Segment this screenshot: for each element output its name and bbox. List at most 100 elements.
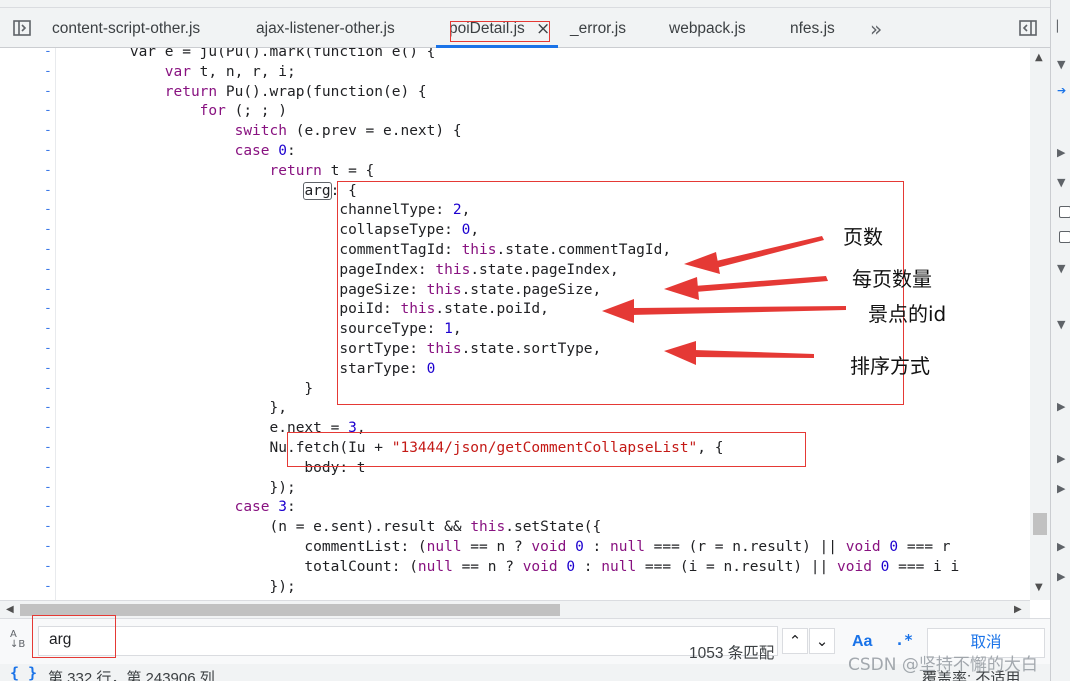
gutter-marker[interactable]: -: [44, 539, 52, 554]
gutter-marker[interactable]: -: [44, 64, 52, 79]
tab-nfes[interactable]: nfes.js: [790, 20, 835, 38]
chevron-down-icon[interactable]: ▼: [1057, 262, 1065, 275]
code-token: void: [531, 539, 567, 555]
code-token: t, n, r, i;: [190, 63, 296, 80]
code-line: }: [60, 379, 313, 399]
gutter-marker[interactable]: -: [44, 579, 52, 594]
checkbox[interactable]: [1059, 206, 1070, 218]
code-token: case: [60, 499, 270, 516]
code-token: (e.prev = e.next) {: [286, 123, 462, 140]
gutter-marker[interactable]: -: [44, 400, 52, 415]
vertical-scrollbar[interactable]: ▲ ▼: [1030, 48, 1050, 600]
code-token: == n ?: [452, 558, 523, 575]
annotation-poi-id: 景点的id: [868, 302, 947, 326]
gutter-marker[interactable]: -: [44, 103, 52, 118]
search-input-container[interactable]: arg 1053 条匹配结果: [38, 626, 778, 681]
gutter-marker[interactable]: -: [44, 361, 52, 376]
gutter-marker[interactable]: -: [44, 222, 52, 237]
annotation-page-number: 页数: [843, 225, 883, 249]
gutter-marker[interactable]: -: [44, 420, 52, 435]
gutter-marker[interactable]: -: [44, 480, 52, 495]
gutter-marker[interactable]: -: [44, 48, 52, 59]
code-token: === (r = n.result) ||: [644, 539, 846, 555]
highlight-box-arg-object: [337, 181, 904, 405]
chevron-down-icon[interactable]: ▼: [1057, 58, 1065, 71]
next-match-button[interactable]: ⌄: [809, 628, 835, 654]
code-token: var: [60, 63, 191, 80]
gutter-marker[interactable]: -: [44, 282, 52, 297]
gutter-marker[interactable]: -: [44, 321, 52, 336]
code-token: :: [286, 499, 296, 516]
code-token: void: [837, 558, 872, 575]
code-token: 0: [278, 143, 287, 159]
gutter-marker[interactable]: -: [44, 440, 52, 455]
scroll-down-icon[interactable]: ▼: [1035, 582, 1043, 593]
previous-match-button[interactable]: ⌃: [782, 628, 808, 654]
code-token: null: [426, 539, 462, 555]
match-case-button[interactable]: Aa: [852, 633, 872, 651]
gutter-marker[interactable]: -: [44, 242, 52, 257]
gutter-marker[interactable]: -: [44, 301, 52, 316]
tab-webpack[interactable]: webpack.js: [669, 20, 746, 38]
chevron-right-icon[interactable]: ▶: [1057, 570, 1065, 583]
annotation-page-size: 每页数量: [852, 267, 932, 291]
code-token: },: [60, 400, 287, 417]
toggle-debugger-icon[interactable]: [1018, 18, 1038, 38]
gutter-marker[interactable]: -: [44, 163, 52, 178]
chevron-right-icon[interactable]: ▶: [1057, 146, 1065, 159]
chevron-right-icon[interactable]: ▶: [1057, 540, 1065, 553]
scroll-right-icon[interactable]: ▶: [1014, 604, 1022, 615]
code-line: var e = ju(Pu().mark(function e() {: [60, 48, 436, 62]
gutter-marker[interactable]: -: [44, 519, 52, 534]
code-token: :: [583, 539, 611, 555]
vertical-scroll-thumb[interactable]: [1033, 513, 1047, 535]
tab-error[interactable]: _error.js: [570, 20, 626, 38]
chevron-right-icon[interactable]: ▶: [1057, 482, 1065, 495]
code-token: void: [522, 558, 558, 575]
checkbox[interactable]: [1059, 231, 1070, 243]
gutter-marker[interactable]: -: [44, 84, 52, 99]
code-token: null: [610, 539, 645, 555]
code-token: == n ?: [461, 539, 532, 555]
gutter-marker[interactable]: -: [44, 499, 52, 514]
code-token: 0: [889, 539, 899, 555]
code-token: });: [60, 479, 296, 496]
code-line: for (; ; ): [60, 101, 287, 121]
scroll-up-icon[interactable]: ▲: [1035, 52, 1043, 63]
replace-toggle-icon[interactable]: A ↓B: [10, 630, 25, 650]
code-line: return t = {: [60, 161, 375, 181]
pretty-print-icon[interactable]: { }: [10, 664, 37, 681]
gutter-marker[interactable]: -: [44, 183, 52, 198]
code-token: }: [60, 380, 314, 397]
tab-content-script-other[interactable]: content-script-other.js: [52, 20, 200, 38]
gutter-marker[interactable]: -: [44, 262, 52, 277]
gutter-marker[interactable]: -: [44, 341, 52, 356]
toggle-navigator-icon[interactable]: [12, 18, 32, 38]
code-token: :: [286, 143, 296, 159]
regex-button[interactable]: .*: [895, 631, 913, 649]
source-tab-bar: content-script-other.js ajax-listener-ot…: [0, 8, 1050, 48]
chevron-down-icon[interactable]: ▼: [1057, 176, 1065, 189]
tab-ajax-listener-other[interactable]: ajax-listener-other.js: [256, 20, 395, 38]
chevron-down-icon[interactable]: ▼: [1057, 318, 1065, 331]
chevron-right-icon[interactable]: ▶: [1057, 452, 1065, 465]
top-strip: [0, 0, 1050, 8]
chevron-icon[interactable]: ▏: [1057, 20, 1065, 33]
debugger-sidebar-edge: ▏ ▼ ➔ ▶ ▼ ▼ ▼ ▶ ▶ ▶ ▶ ▶: [1050, 0, 1070, 681]
gutter-marker[interactable]: -: [44, 559, 52, 574]
gutter-marker[interactable]: -: [44, 123, 52, 138]
code-token: commentList: (: [60, 539, 427, 555]
gutter-marker[interactable]: -: [44, 143, 52, 158]
code-line: commentList: (null == n ? void 0 : null …: [60, 537, 951, 557]
gutter-marker[interactable]: -: [44, 381, 52, 396]
chevron-right-icon[interactable]: ▶: [1057, 400, 1065, 413]
horizontal-scrollbar[interactable]: ◀ ▶: [0, 600, 1030, 618]
code-token: === r: [898, 539, 951, 555]
gutter-marker[interactable]: -: [44, 202, 52, 217]
more-tabs-icon[interactable]: »: [870, 17, 882, 41]
scroll-left-icon[interactable]: ◀: [6, 604, 14, 615]
gutter-marker[interactable]: -: [44, 460, 52, 475]
step-icon[interactable]: ➔: [1057, 84, 1066, 97]
